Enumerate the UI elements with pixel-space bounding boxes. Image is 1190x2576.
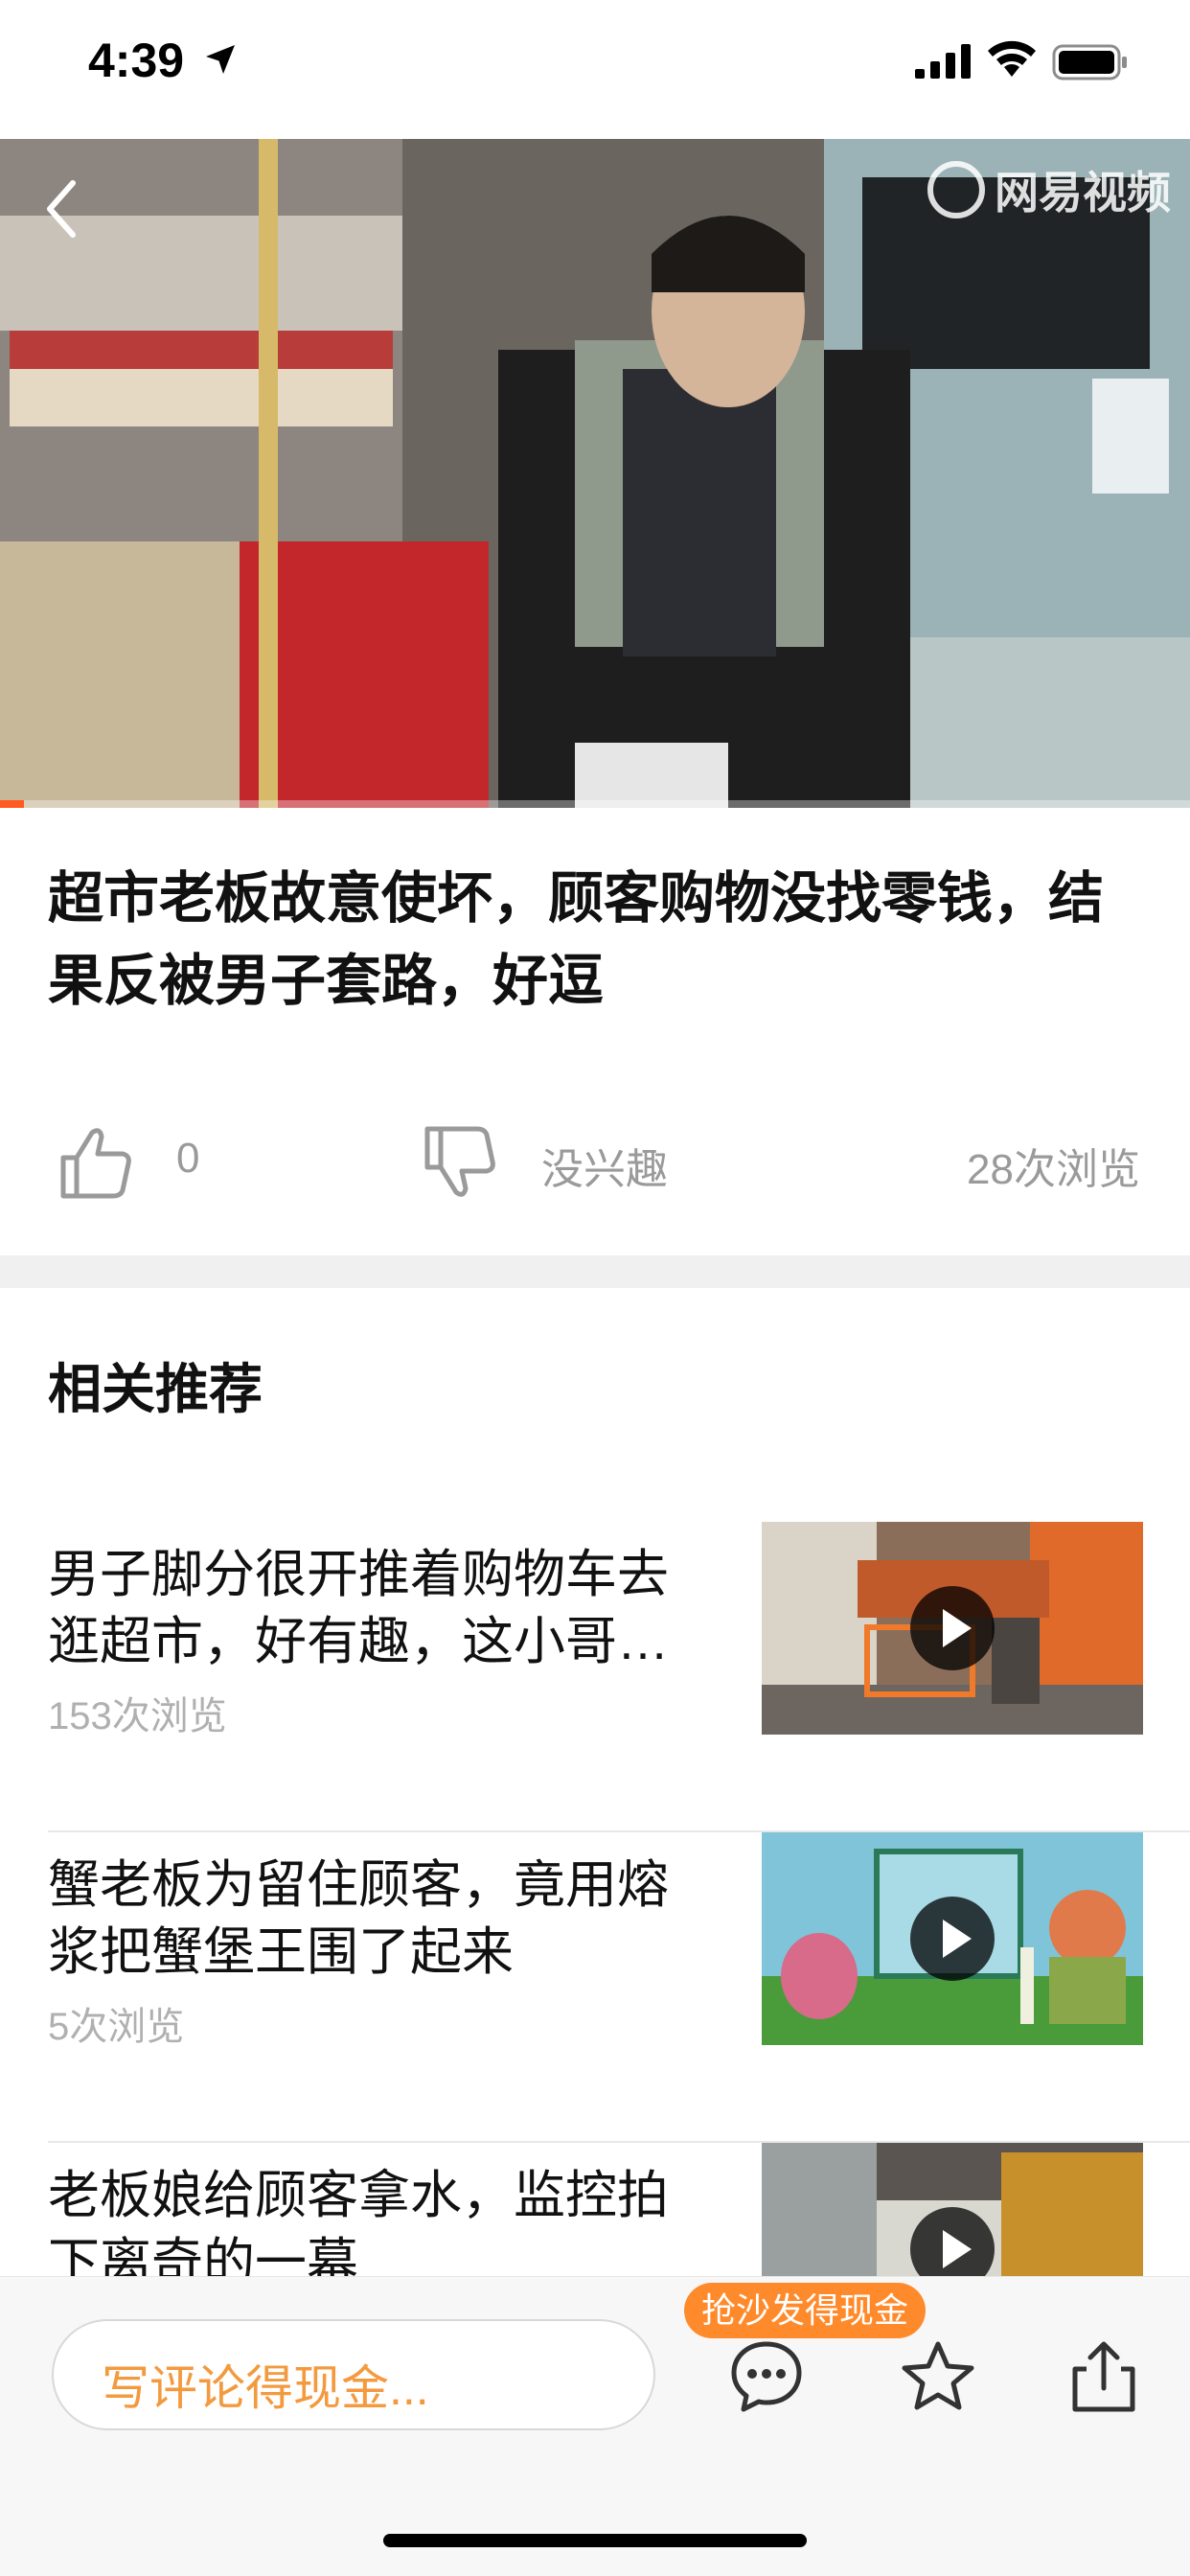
- location-arrow-icon: [206, 45, 235, 74]
- play-icon: [910, 1897, 995, 1981]
- article-title: 超市老板故意使坏，顾客购物没找零钱，结果反被男子套路，好逗: [48, 867, 1105, 1012]
- list-item[interactable]: 蟹老板为留住顾客，竟用熔浆把蟹堡王围了起来 5次浏览: [48, 1832, 1190, 2143]
- promo-badge: 抢沙发得现金: [684, 2283, 927, 2338]
- comment-icon[interactable]: [728, 2338, 805, 2415]
- share-icon[interactable]: [1065, 2338, 1142, 2415]
- bottom-action-bar: 写评论得现金... 抢沙发得现金: [0, 2276, 1190, 2576]
- list-item-thumbnail: [762, 1832, 1143, 2045]
- view-count: 28次浏览: [967, 1146, 1140, 1193]
- dislike-label[interactable]: 没兴趣: [541, 1135, 668, 1196]
- cellular-signal-icon: [915, 44, 971, 79]
- like-count: 0: [176, 1135, 200, 1182]
- battery-icon: [1052, 44, 1127, 80]
- status-bar: 4:39: [0, 0, 1190, 139]
- video-progress-bar[interactable]: [0, 800, 1190, 808]
- video-watermark: 网易视频: [927, 158, 1171, 221]
- star-icon[interactable]: [900, 2338, 976, 2415]
- play-icon: [910, 1586, 995, 1670]
- back-chevron-icon[interactable]: [38, 175, 86, 242]
- article-actions: 0 没兴趣 28次浏览: [0, 1112, 1190, 1208]
- video-frame: [0, 139, 1190, 808]
- list-item-title: 男子脚分很开推着购物车去逛超市，好有趣，这小哥…: [48, 1546, 669, 1670]
- comment-placeholder: 写评论得现金...: [102, 2361, 429, 2415]
- list-item-views: 153次浏览: [48, 1695, 227, 1737]
- watermark-text: 网易视频: [995, 168, 1171, 218]
- thumbs-down-icon[interactable]: [422, 1125, 498, 1200]
- status-time: 4:39: [88, 34, 185, 87]
- list-item-thumbnail: [762, 1522, 1143, 1735]
- home-indicator[interactable]: [383, 2534, 807, 2547]
- thumbs-up-icon[interactable]: [57, 1125, 134, 1200]
- video-player[interactable]: 网易视频: [0, 139, 1190, 808]
- list-item-views: 5次浏览: [48, 2006, 185, 2048]
- wifi-icon: [988, 40, 1036, 77]
- comment-input[interactable]: 写评论得现金...: [52, 2319, 655, 2430]
- section-divider: [0, 1255, 1190, 1288]
- netease-logo-icon: [927, 161, 985, 218]
- video-progress-fill: [0, 800, 24, 808]
- related-heading: 相关推荐: [48, 1359, 263, 1419]
- list-item[interactable]: 男子脚分很开推着购物车去逛超市，好有趣，这小哥… 153次浏览: [48, 1522, 1190, 1832]
- list-item-title: 蟹老板为留住顾客，竟用熔浆把蟹堡王围了起来: [48, 1856, 669, 1981]
